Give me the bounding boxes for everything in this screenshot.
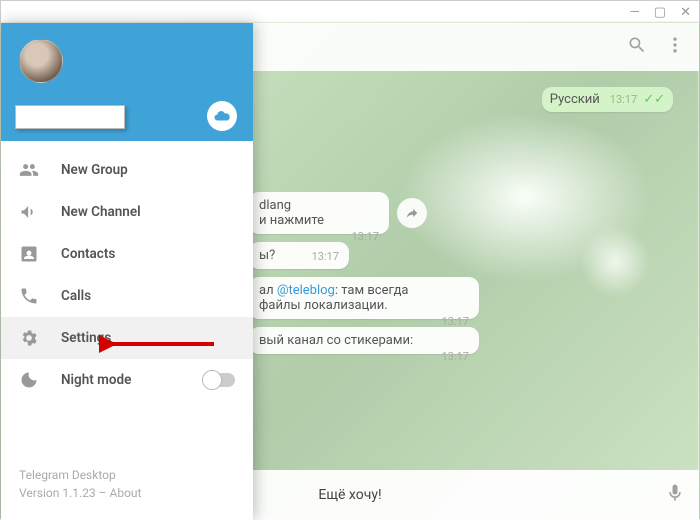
menu-label: Calls [61,288,91,304]
message-incoming[interactable]: ал @teleblog: там всегда файлы локализац… [249,277,479,319]
message-time: 13:17 [352,230,379,243]
window-titlebar: — ▢ ✕ [1,1,699,23]
user-name-field[interactable] [15,105,125,129]
message-incoming[interactable]: ы? 13:17 [249,242,349,269]
about-link[interactable]: About [110,486,142,500]
message-time: 13:17 [442,350,469,363]
minimize-button[interactable]: — [630,6,640,19]
moon-icon [19,370,39,390]
contact-icon [19,244,39,264]
message-incoming[interactable]: вый канал со стикерами: 13:17 [249,327,479,354]
drawer-header [1,23,253,141]
message-outgoing[interactable]: Русский 13:17 ✓✓ [542,87,673,112]
message-incoming[interactable]: dlang и нажмите 13:17 [249,192,389,234]
app-name: Telegram Desktop [19,466,235,484]
group-icon [19,160,39,180]
menu-label: Contacts [61,246,115,262]
night-mode-toggle[interactable] [203,373,235,387]
menu-label: New Group [61,162,128,178]
message-text: и нажмите [259,213,379,228]
main-menu-drawer: New Group New Channel Contacts Calls Set… [1,23,253,520]
menu-label: Settings [61,330,111,346]
close-button[interactable]: ✕ [680,6,691,19]
megaphone-icon [19,202,39,222]
menu-item-calls[interactable]: Calls [1,275,253,317]
menu-item-settings[interactable]: Settings [1,317,253,359]
message-text: : там всегда [335,283,409,298]
read-ticks-icon: ✓✓ [643,92,665,107]
menu-item-new-channel[interactable]: New Channel [1,191,253,233]
phone-icon [19,286,39,306]
mention-link[interactable]: @teleblog [277,283,335,298]
gear-icon [19,328,39,348]
microphone-icon[interactable] [665,483,685,507]
menu-item-night-mode[interactable]: Night mode [1,359,253,401]
search-icon[interactable] [627,35,647,59]
message-text: ал [259,283,277,298]
maximize-button[interactable]: ▢ [654,6,666,19]
drawer-menu: New Group New Channel Contacts Calls Set… [1,141,253,454]
message-text: dlang [259,198,379,213]
drawer-footer: Telegram Desktop Version 1.1.23 – About [1,454,253,520]
menu-label: Night mode [61,372,131,388]
message-input-text: Ещё хочу! [318,487,381,503]
menu-label: New Channel [61,204,141,220]
menu-item-contacts[interactable]: Contacts [1,233,253,275]
more-icon[interactable] [665,35,685,59]
message-text: ы? [259,248,275,263]
share-icon[interactable] [397,198,427,228]
menu-item-new-group[interactable]: New Group [1,149,253,191]
message-time: 13:17 [610,93,637,106]
user-avatar[interactable] [19,39,63,83]
version-text: Version 1.1.23 – [19,486,110,500]
message-text: файлы локализации. [259,298,469,313]
saved-messages-button[interactable] [207,101,237,131]
cloud-icon [213,107,231,125]
message-text: вый канал со стикерами: [259,333,469,348]
message-time: 13:17 [312,250,339,263]
message-text: Русский [550,92,600,107]
